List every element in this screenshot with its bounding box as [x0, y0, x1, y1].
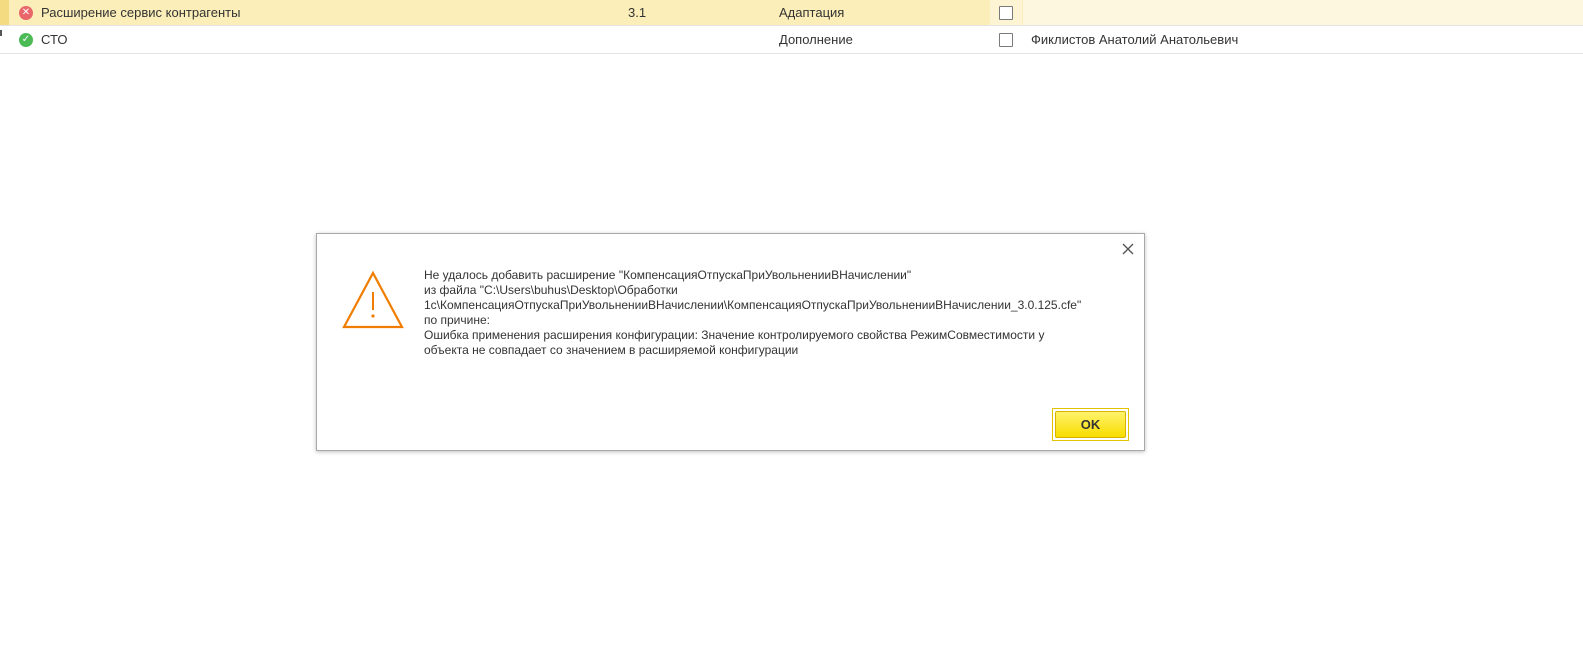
author-cell-background — [1023, 0, 1583, 25]
extension-purpose: Дополнение — [779, 32, 853, 47]
message-line: объекта не совпадает со значением в расш… — [424, 343, 799, 357]
ok-button[interactable]: OK — [1055, 411, 1126, 438]
message-line: из файла "C:\Users\buhus\Desktop\Обработ… — [424, 283, 678, 297]
error-dialog: Не удалось добавить расширение "Компенса… — [316, 233, 1145, 451]
ok-button-focus-frame: OK — [1052, 408, 1129, 441]
safe-mode-checkbox[interactable] — [999, 32, 1013, 47]
message-line: Ошибка применения расширения конфигураци… — [424, 328, 1045, 342]
safe-mode-checkbox[interactable] — [999, 5, 1013, 20]
extension-name: Расширение сервис контрагенты — [41, 5, 241, 20]
row-marker — [0, 30, 2, 36]
warning-triangle-icon — [342, 270, 404, 329]
extension-purpose: Адаптация — [779, 5, 845, 20]
extension-version: 3.1 — [628, 5, 647, 20]
safe-mode-cell — [998, 26, 1014, 53]
safe-mode-cell — [998, 0, 1014, 25]
error-message: Не удалось добавить расширение "Компенса… — [424, 268, 1124, 358]
status-cell: ✓ — [18, 26, 34, 53]
extension-name: СТО — [41, 32, 68, 47]
row-selection-marker — [0, 0, 9, 25]
message-line: Не удалось добавить расширение "Компенса… — [424, 268, 912, 282]
table-row[interactable]: ✕ Расширение сервис контрагенты 3.1 Адап… — [0, 0, 1583, 26]
status-cell: ✕ — [18, 0, 34, 25]
close-icon[interactable] — [1120, 241, 1136, 257]
error-circle-icon: ✕ — [19, 5, 33, 20]
table-row[interactable]: ✓ СТО Дополнение Фиклистов Анатолий Анат… — [0, 26, 1583, 54]
extensions-table: ✕ Расширение сервис контрагенты 3.1 Адап… — [0, 0, 1583, 54]
message-line: 1с\КомпенсацияОтпускаПриУвольненииВНачис… — [424, 298, 1082, 312]
extension-author: Фиклистов Анатолий Анатольевич — [1031, 32, 1239, 47]
message-line: по причине: — [424, 313, 490, 327]
ok-circle-icon: ✓ — [19, 32, 33, 47]
